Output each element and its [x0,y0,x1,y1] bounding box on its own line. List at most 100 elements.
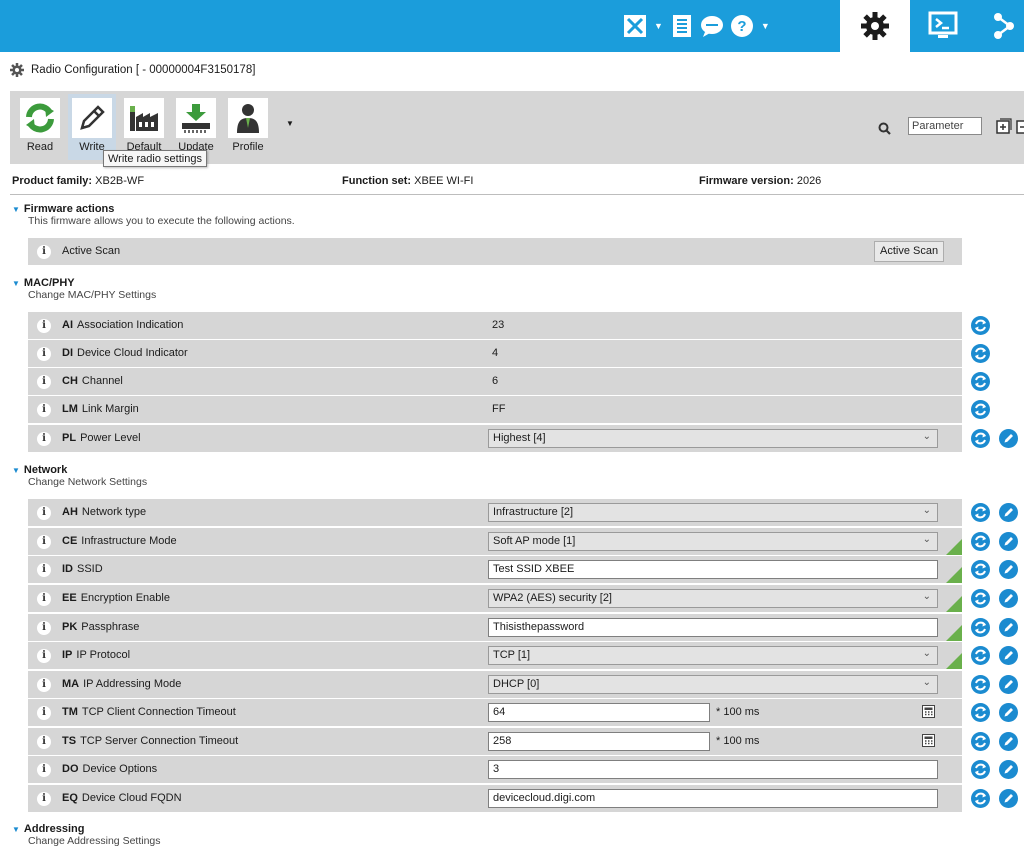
tools-icon[interactable] [622,13,648,39]
param-select[interactable]: Soft AP mode [1] ⌄ [488,532,938,551]
product-family-label: Product family: [12,175,93,187]
info-icon[interactable]: i [37,403,51,417]
write-param-icon[interactable] [999,646,1018,665]
collapse-all-icon[interactable] [1016,118,1024,137]
section-network[interactable]: ▼ Network Change Network Settings [12,464,147,488]
param-select[interactable]: WPA2 (AES) security [2] ⌄ [488,589,938,608]
write-param-icon[interactable] [999,429,1018,448]
info-icon[interactable]: i [37,592,51,606]
write-param-icon[interactable] [999,503,1018,522]
refresh-icon[interactable] [971,400,990,419]
write-param-icon[interactable] [999,618,1018,637]
collapse-triangle-icon[interactable]: ▼ [12,825,20,834]
info-icon[interactable]: i [37,621,51,635]
chat-icon[interactable] [699,13,725,39]
param-label: CE Infrastructure Mode [62,535,177,547]
param-label: PL Power Level [62,432,141,444]
param-input[interactable]: 258 [488,732,710,751]
read-icon [20,98,60,138]
write-param-icon[interactable] [999,675,1018,694]
chevron-down-icon[interactable]: ▼ [654,21,663,31]
calculator-icon[interactable] [922,734,935,750]
param-select[interactable]: Highest [4] ⌄ [488,429,938,448]
param-input[interactable]: 3 [488,760,938,779]
param-row-ce: i CE Infrastructure Mode Soft AP mode [1]… [28,528,962,555]
info-icon[interactable]: i [37,432,51,446]
refresh-icon[interactable] [971,703,990,722]
collapse-triangle-icon[interactable]: ▼ [12,279,20,288]
info-icon[interactable]: i [37,735,51,749]
tab-network[interactable] [990,0,1024,52]
refresh-icon[interactable] [971,344,990,363]
section-addressing[interactable]: ▼ Addressing Change Addressing Settings [12,823,161,847]
refresh-icon[interactable] [971,646,990,665]
chevron-down-icon[interactable]: ▼ [286,119,294,128]
param-select[interactable]: Infrastructure [2] ⌄ [488,503,938,522]
param-name: Encryption Enable [80,592,170,604]
param-name: Association Indication [77,319,184,331]
chevron-down-icon[interactable]: ▼ [761,21,770,31]
param-code: PL [62,432,77,444]
write-param-icon[interactable] [999,789,1018,808]
collapse-triangle-icon[interactable]: ▼ [12,466,20,475]
info-icon[interactable]: i [37,763,51,777]
parameter-search-input[interactable]: Parameter [908,117,982,135]
info-icon[interactable]: i [37,347,51,361]
param-code: IP [62,649,73,661]
param-value: Highest [4] [493,432,546,444]
param-select[interactable]: DHCP [0] ⌄ [488,675,938,694]
param-row-pk: i PK Passphrase Thisisthepassword [28,614,962,641]
info-icon[interactable]: i [37,535,51,549]
profile-button[interactable]: Profile [224,94,272,160]
info-icon[interactable]: i [37,678,51,692]
refresh-icon[interactable] [971,732,990,751]
list-icon[interactable] [669,13,695,39]
param-input[interactable]: devicecloud.digi.com [488,789,938,808]
expand-all-icon[interactable] [996,118,1012,137]
tab-configuration[interactable] [840,0,910,52]
refresh-icon[interactable] [971,789,990,808]
param-label: TS TCP Server Connection Timeout [62,735,238,747]
section-firmware-actions[interactable]: ▼ Firmware actions This firmware allows y… [12,203,295,227]
param-input[interactable]: 64 [488,703,710,722]
param-code: TM [62,706,78,718]
info-icon[interactable]: i [37,245,51,259]
product-family: Product family: XB2B-WF [12,175,144,187]
write-param-icon[interactable] [999,560,1018,579]
write-param-icon[interactable] [999,760,1018,779]
help-icon[interactable]: ? [729,13,755,39]
refresh-icon[interactable] [971,503,990,522]
refresh-icon[interactable] [971,372,990,391]
refresh-icon[interactable] [971,316,990,335]
param-input[interactable]: Test SSID XBEE [488,560,938,579]
refresh-icon[interactable] [971,760,990,779]
info-icon[interactable]: i [37,319,51,333]
refresh-icon[interactable] [971,589,990,608]
refresh-icon[interactable] [971,532,990,551]
param-code: ID [62,563,73,575]
read-button[interactable]: Read [16,94,64,160]
write-param-icon[interactable] [999,703,1018,722]
info-icon[interactable]: i [37,563,51,577]
info-icon[interactable]: i [37,792,51,806]
param-input[interactable]: Thisisthepassword [488,618,938,637]
info-icon[interactable]: i [37,375,51,389]
refresh-icon[interactable] [971,675,990,694]
calculator-icon[interactable] [922,705,935,721]
write-param-icon[interactable] [999,532,1018,551]
tab-console[interactable] [918,0,968,52]
param-select[interactable]: TCP [1] ⌄ [488,646,938,665]
write-param-icon[interactable] [999,732,1018,751]
top-bar: ▼ ? ▼ [0,0,1024,52]
refresh-icon[interactable] [971,618,990,637]
refresh-icon[interactable] [971,429,990,448]
refresh-icon[interactable] [971,560,990,579]
info-icon[interactable]: i [37,706,51,720]
active-scan-button[interactable]: Active Scan [874,241,945,262]
info-icon[interactable]: i [37,649,51,663]
write-param-icon[interactable] [999,589,1018,608]
section-description: Change Network Settings [28,476,148,488]
collapse-triangle-icon[interactable]: ▼ [12,205,20,214]
info-icon[interactable]: i [37,506,51,520]
section-mac-phy[interactable]: ▼ MAC/PHY Change MAC/PHY Settings [12,277,156,301]
